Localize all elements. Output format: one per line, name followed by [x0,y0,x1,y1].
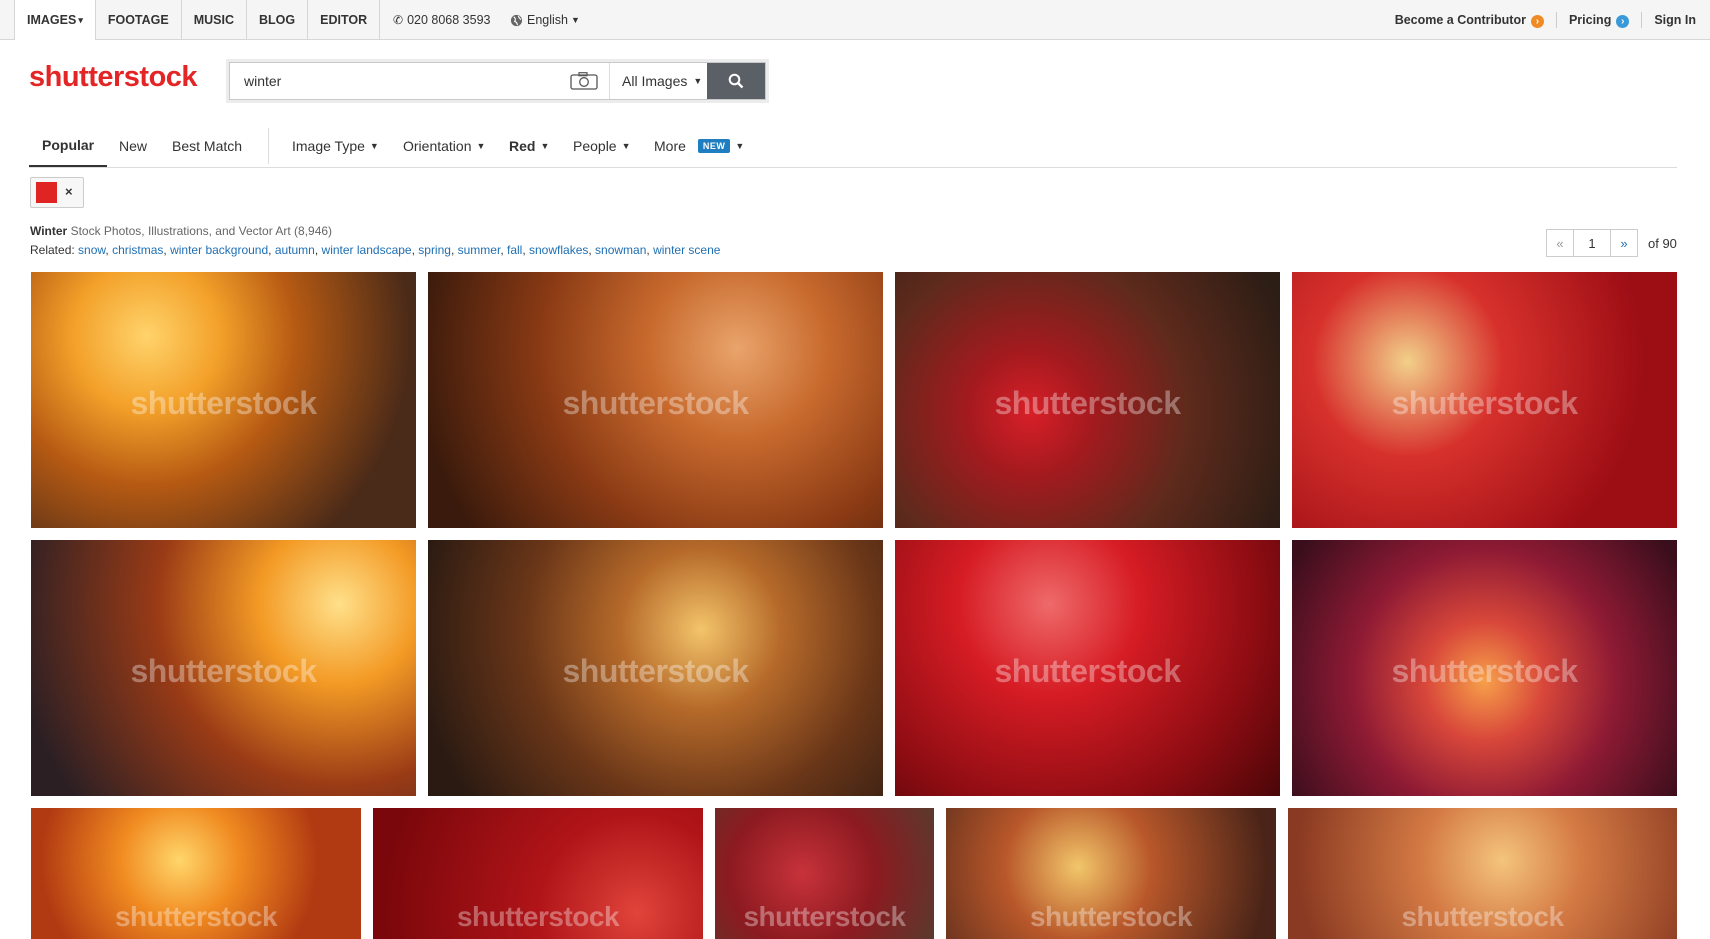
filter-color[interactable]: Red ▼ [509,124,549,167]
image-thumbnail[interactable]: shutterstock [428,540,883,796]
watermark: shutterstock [1029,901,1193,932]
pagination: « 1 » of 90 [1546,228,1677,258]
watermark: shutterstock [562,652,749,689]
filter-orientation[interactable]: Orientation ▼ [403,124,485,167]
pricing-link[interactable]: Pricing › [1569,13,1630,28]
active-color-filter: × [30,177,84,208]
image-thumbnail[interactable]: shutterstock [895,540,1280,796]
watermark: shutterstock [994,384,1181,421]
watermark: shutterstock [743,901,906,932]
chevron-down-icon: ▾ [78,14,83,25]
related-link[interactable]: snowman [595,243,646,257]
globe-icon [510,14,523,26]
page-total: of 90 [1648,235,1677,251]
chevron-down-icon: ▼ [540,140,550,151]
watermark: shutterstock [1391,384,1578,421]
filter-image-type[interactable]: Image Type ▼ [292,124,379,167]
product-nav: IMAGES ▾ FOOTAGE MUSIC BLOG EDITOR [14,0,381,40]
sort-popular[interactable]: Popular [29,124,108,167]
image-thumbnail[interactable]: shutterstock [31,808,361,939]
close-icon[interactable]: × [65,184,73,199]
image-thumbnail[interactable]: shutterstock [373,808,703,939]
tab-blog[interactable]: BLOG [247,0,309,40]
related-link[interactable]: christmas [112,243,163,257]
related-link[interactable]: winter scene [653,243,720,257]
watermark: shutterstock [114,901,278,932]
arrow-right-icon: › [1616,14,1630,28]
phone-icon: ✆ [393,13,404,27]
filter-people[interactable]: People ▼ [573,124,631,167]
phone-number[interactable]: ✆ 020 8068 3593 [393,0,490,40]
chevron-down-icon: ▼ [369,140,379,151]
related-link[interactable]: snowflakes [529,243,588,257]
related-link[interactable]: snow [78,243,105,257]
related-link[interactable]: winter background [170,243,268,257]
related-link[interactable]: autumn [275,243,315,257]
shutterstock-logo[interactable]: shutterstock [29,61,198,94]
related-searches: Related: snow, christmas, winter backgro… [30,243,721,257]
filter-more[interactable]: More NEW ▼ [654,124,744,167]
become-contributor-link[interactable]: Become a Contributor › [1395,13,1544,28]
arrow-right-icon: › [1530,14,1544,28]
page-number-input[interactable]: 1 [1574,229,1610,257]
account-nav: Become a Contributor › Pricing › Sign In [1395,0,1696,40]
tab-music[interactable]: MUSIC [182,0,248,40]
sort-new[interactable]: New [119,124,147,167]
watermark: shutterstock [456,901,620,932]
divider [268,128,269,164]
divider [1555,12,1557,28]
new-badge: NEW [697,138,731,153]
related-link[interactable]: winter landscape [322,243,412,257]
related-link[interactable]: spring [418,243,451,257]
watermark: shutterstock [1391,652,1578,689]
image-thumbnail[interactable]: shutterstock [895,272,1280,528]
tab-editor[interactable]: EDITOR [308,0,381,40]
image-thumbnail[interactable]: shutterstock [1292,540,1677,796]
related-link[interactable]: summer [458,243,501,257]
next-page-button[interactable]: » [1610,229,1638,257]
prev-page-button[interactable]: « [1546,229,1574,257]
watermark: shutterstock [130,652,317,689]
watermark: shutterstock [994,652,1181,689]
divider [1641,12,1643,28]
results-heading: Winter Stock Photos, Illustrations, and … [30,224,333,238]
image-thumbnail[interactable]: shutterstock [946,808,1276,939]
tab-footage[interactable]: FOOTAGE [96,0,182,40]
image-type-dropdown[interactable]: All Images ▼ [609,63,705,99]
camera-icon[interactable] [570,72,598,90]
top-bar: IMAGES ▾ FOOTAGE MUSIC BLOG EDITOR ✆ 020 … [0,0,1710,40]
related-link[interactable]: fall [507,243,522,257]
filter-bar: Popular New Best Match Image Type ▼ Orien… [29,124,1677,168]
color-swatch[interactable] [36,182,57,203]
language-selector[interactable]: English ▼ [510,0,580,40]
watermark: shutterstock [1401,901,1564,932]
search-icon [728,73,744,89]
chevron-down-icon: ▼ [571,15,580,25]
sign-in-link[interactable]: Sign In [1654,13,1696,27]
tab-images[interactable]: IMAGES ▾ [14,0,96,40]
search-bar: All Images▼ [229,62,766,100]
search-button[interactable] [707,63,765,99]
chevron-down-icon: ▼ [476,140,486,151]
sort-best-match[interactable]: Best Match [172,124,242,167]
chevron-down-icon: ▼ [693,76,703,86]
search-input[interactable] [230,63,593,99]
image-thumbnail[interactable]: shutterstock [1292,272,1677,528]
image-thumbnail[interactable]: shutterstock [31,272,416,528]
watermark: shutterstock [562,384,749,421]
image-thumbnail[interactable]: shutterstock [1288,808,1677,939]
chevron-down-icon: ▼ [621,140,631,151]
chevron-down-icon: ▼ [735,140,745,151]
image-thumbnail[interactable]: shutterstock [715,808,934,939]
watermark: shutterstock [130,384,317,421]
image-thumbnail[interactable]: shutterstock [31,540,416,796]
image-thumbnail[interactable]: shutterstock [428,272,883,528]
